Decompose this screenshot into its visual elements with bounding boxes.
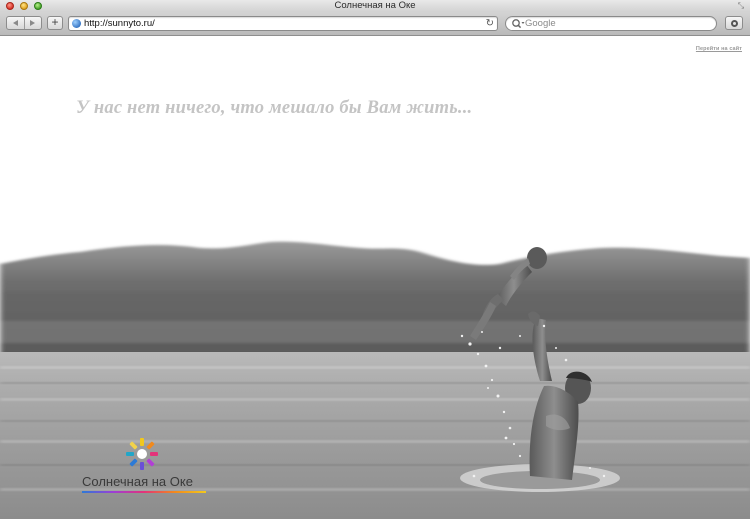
window-title: Солнечная на Оке	[334, 0, 416, 11]
enter-site-link[interactable]: Перейти на сайт	[696, 46, 742, 52]
globe-icon	[72, 19, 81, 28]
add-bookmark-button[interactable]: +	[47, 16, 63, 30]
magnifier-icon	[512, 19, 525, 29]
settings-button[interactable]	[725, 16, 743, 30]
url-text[interactable]: http://sunnyto.ru/	[84, 17, 155, 30]
toolbar-toggle-icon[interactable]: ⤡	[737, 2, 745, 10]
search-field[interactable]	[505, 16, 717, 31]
chevron-right-icon	[30, 20, 36, 26]
address-bar[interactable]: http://sunnyto.ru/ ↻	[68, 16, 498, 31]
logo-underline	[82, 491, 206, 493]
reload-icon[interactable]: ↻	[486, 18, 494, 29]
browser-toolbar: + http://sunnyto.ru/ ↻	[0, 12, 750, 36]
sun-logo-icon	[126, 438, 158, 470]
forward-button[interactable]	[23, 17, 42, 29]
tagline: У нас нет ничего, что мешало бы Вам жить…	[76, 98, 473, 118]
site-logo[interactable]: Солнечная на Оке	[80, 436, 210, 496]
chevron-left-icon	[12, 20, 18, 26]
search-input[interactable]	[525, 17, 705, 30]
gear-icon	[730, 19, 738, 27]
logo-text: Солнечная на Оке	[82, 474, 193, 489]
web-page: Перейти на сайт У нас нет ничего, что ме…	[0, 36, 750, 519]
back-button[interactable]	[7, 17, 24, 29]
window-titlebar: Солнечная на Оке ⤡	[0, 0, 750, 12]
nav-buttons	[6, 16, 42, 30]
